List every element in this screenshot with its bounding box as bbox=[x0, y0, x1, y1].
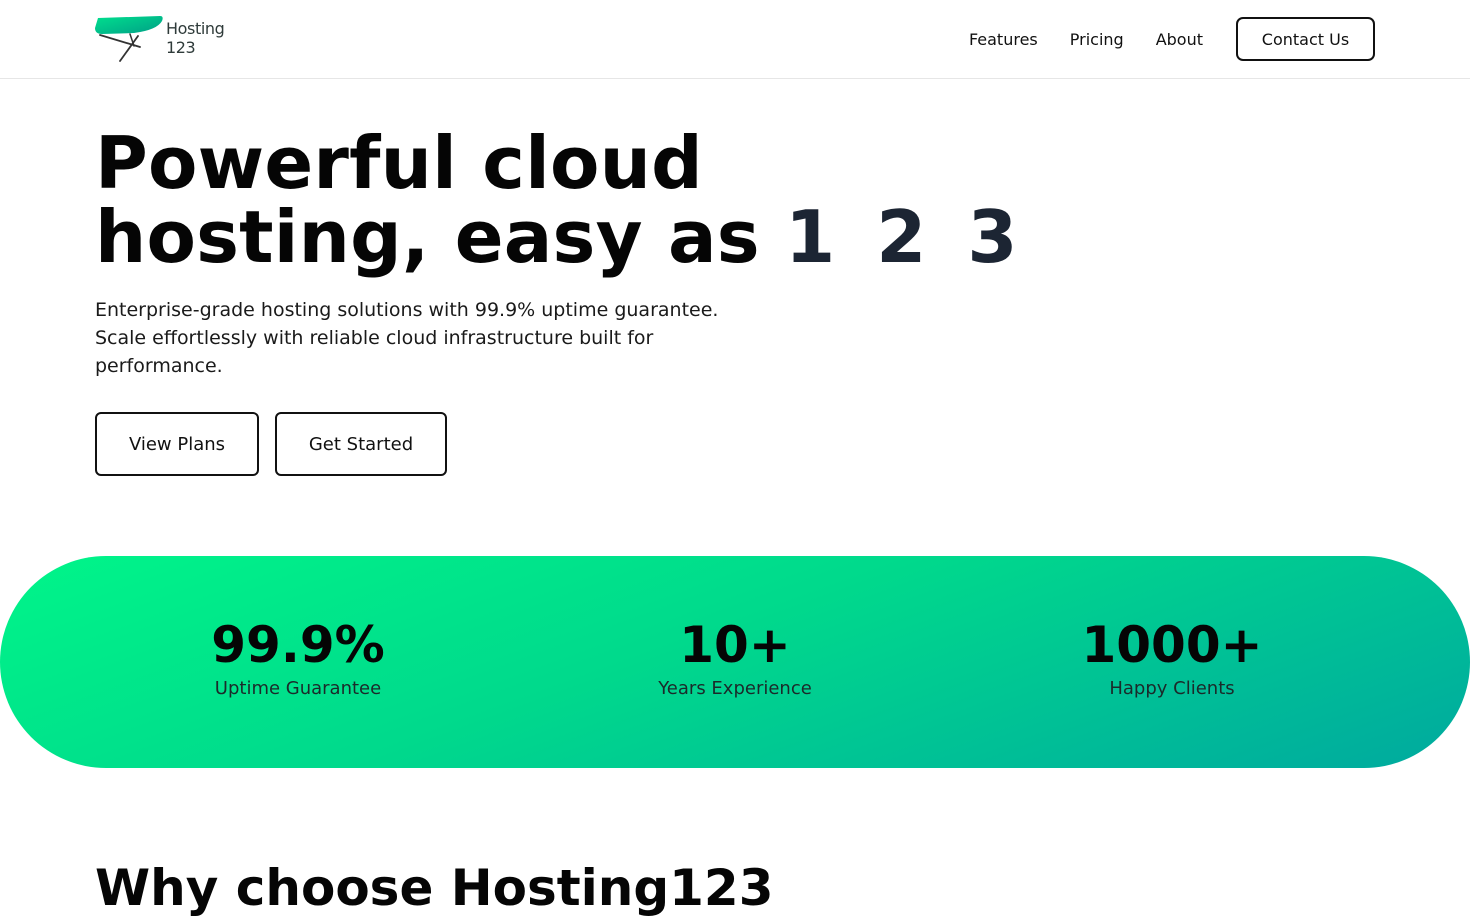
nav-pricing[interactable]: Pricing bbox=[1070, 30, 1124, 49]
stat-uptime: 99.9% Uptime Guarantee bbox=[148, 618, 448, 699]
get-started-button[interactable]: Get Started bbox=[275, 412, 447, 476]
hero-title: Powerful cloud hosting, easy as 1 2 3 bbox=[95, 126, 1026, 274]
stat-years: 10+ Years Experience bbox=[585, 618, 885, 699]
stat-value: 1000+ bbox=[1081, 616, 1263, 674]
nav-features[interactable]: Features bbox=[969, 30, 1038, 49]
hero-title-accent: 1 2 3 bbox=[785, 195, 1026, 279]
stat-label: Years Experience bbox=[658, 678, 812, 699]
logo-link[interactable]: Hosting 123 bbox=[94, 14, 234, 64]
logo-text-line1: Hosting bbox=[166, 19, 225, 38]
logo-text: Hosting 123 bbox=[166, 19, 225, 57]
stat-value: 99.9% bbox=[211, 616, 385, 674]
stat-value: 10+ bbox=[679, 616, 791, 674]
stat-clients: 1000+ Happy Clients bbox=[1022, 618, 1322, 699]
site-header: Hosting 123 Features Pricing About Conta… bbox=[0, 0, 1470, 79]
view-plans-button[interactable]: View Plans bbox=[95, 412, 259, 476]
logo-text-line2: 123 bbox=[166, 38, 196, 57]
hero-title-line1: Powerful cloud bbox=[95, 121, 703, 205]
ironing-board-icon bbox=[95, 16, 163, 62]
stat-label: Happy Clients bbox=[1109, 678, 1235, 699]
hero-subtitle: Enterprise-grade hosting solutions with … bbox=[95, 299, 719, 377]
stat-label: Uptime Guarantee bbox=[214, 678, 382, 699]
why-title: Why choose Hosting123 bbox=[95, 859, 774, 917]
stats-band: 99.9% Uptime Guarantee 10+ Years Experie… bbox=[0, 556, 1470, 768]
contact-us-button[interactable]: Contact Us bbox=[1236, 17, 1375, 61]
hero-buttons: View Plans Get Started bbox=[95, 412, 447, 476]
hero-title-line2: hosting, easy as 1 2 3 bbox=[95, 200, 1026, 274]
nav-about[interactable]: About bbox=[1156, 30, 1203, 49]
main-nav: Features Pricing About Contact Us bbox=[969, 0, 1375, 78]
hero-title-line2-prefix: hosting, easy as bbox=[95, 195, 786, 279]
